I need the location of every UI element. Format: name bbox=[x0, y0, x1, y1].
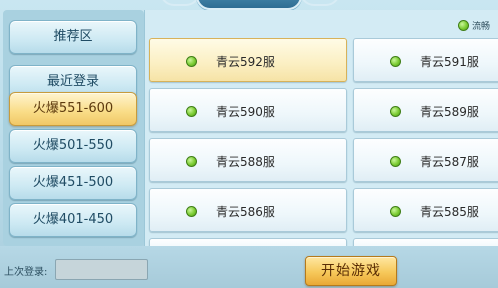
server-name: 青云592服 bbox=[216, 55, 275, 69]
start-game-button[interactable]: 开始游戏 bbox=[305, 256, 397, 286]
legend-label: 流畅 bbox=[471, 21, 490, 32]
tab-hot-501-550[interactable]: 火爆501-550 bbox=[9, 129, 137, 163]
status-dot-icon bbox=[390, 156, 401, 167]
server-item-partial[interactable] bbox=[149, 238, 347, 246]
server-item[interactable]: 青云585服 bbox=[353, 188, 498, 232]
server-name: 青云585服 bbox=[420, 205, 479, 219]
server-name: 青云591服 bbox=[420, 55, 479, 69]
status-dot-icon bbox=[186, 156, 197, 167]
server-name: 青云588服 bbox=[216, 155, 275, 169]
server-item[interactable]: 青云587服 bbox=[353, 138, 498, 182]
title-banner-right-ornament bbox=[300, 0, 340, 6]
server-item-partial[interactable] bbox=[353, 238, 498, 246]
server-item[interactable]: 青云592服 bbox=[149, 38, 347, 82]
server-item[interactable]: 青云586服 bbox=[149, 188, 347, 232]
tab-hot-451-500[interactable]: 火爆451-500 bbox=[9, 166, 137, 200]
tab-hot-551-600[interactable]: 火爆551-600 bbox=[9, 92, 137, 126]
server-list-panel: 流畅 青云592服 青云591服 青云590服 青云589服 青云588服 青云… bbox=[144, 10, 498, 246]
server-group-tabs: 推荐区 最近登录 火爆551-600 火爆501-550 火爆451-500 火… bbox=[3, 10, 144, 246]
server-name: 青云590服 bbox=[216, 105, 275, 119]
status-legend: 流畅 bbox=[457, 18, 490, 32]
server-name: 青云587服 bbox=[420, 155, 479, 169]
last-login-label: 上次登录: bbox=[4, 267, 48, 278]
status-dot-icon bbox=[186, 56, 197, 67]
server-item[interactable]: 青云591服 bbox=[353, 38, 498, 82]
server-item[interactable]: 青云590服 bbox=[149, 88, 347, 132]
server-name: 青云589服 bbox=[420, 105, 479, 119]
last-login-field[interactable] bbox=[55, 259, 148, 280]
footer-bar: 上次登录: 开始游戏 bbox=[0, 246, 498, 288]
server-name: 青云586服 bbox=[216, 205, 275, 219]
tab-recommended[interactable]: 推荐区 bbox=[9, 20, 137, 54]
status-dot-icon bbox=[390, 106, 401, 117]
status-dot-icon bbox=[390, 206, 401, 217]
status-dot-icon bbox=[390, 56, 401, 67]
server-item[interactable]: 青云588服 bbox=[149, 138, 347, 182]
status-dot-icon bbox=[186, 106, 197, 117]
tab-hot-401-450[interactable]: 火爆401-450 bbox=[9, 203, 137, 237]
status-dot-icon bbox=[457, 19, 469, 31]
server-item[interactable]: 青云589服 bbox=[353, 88, 498, 132]
title-banner bbox=[196, 0, 302, 10]
status-dot-icon bbox=[186, 206, 197, 217]
title-banner-left-ornament bbox=[160, 0, 200, 6]
